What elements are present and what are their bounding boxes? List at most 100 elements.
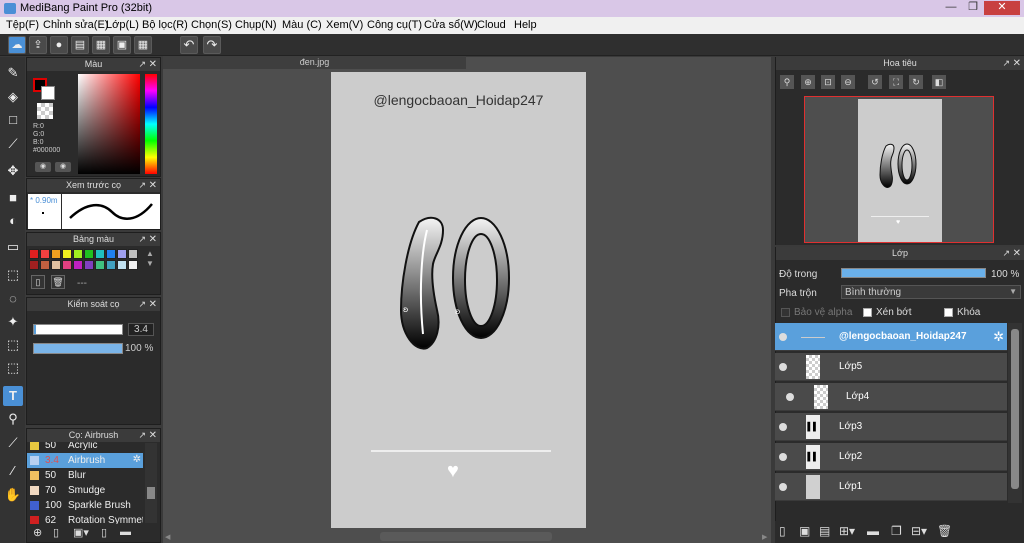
layer-row[interactable]: Lớp1: [775, 473, 1007, 501]
palette-swatch[interactable]: [84, 260, 94, 270]
close-icon[interactable]: ✕: [149, 429, 157, 442]
undock-icon[interactable]: ↗: [1002, 57, 1010, 70]
maximize-button[interactable]: ❐: [962, 1, 984, 15]
close-icon[interactable]: ✕: [149, 58, 157, 71]
palette-swatch[interactable]: [117, 249, 127, 259]
menu-color[interactable]: Màu (C): [282, 19, 322, 31]
move-tool-icon[interactable]: ✥: [3, 161, 23, 181]
delete-palette-icon[interactable]: 🗑: [51, 275, 65, 289]
scroll-left-icon[interactable]: ◀: [165, 533, 170, 541]
menu-file[interactable]: Tệp(F): [6, 19, 39, 31]
visibility-eye-icon[interactable]: [786, 393, 794, 401]
brush-item-smudge[interactable]: 70 Smudge: [27, 483, 143, 498]
brush-item-acrylic[interactable]: 50 Acrylic: [27, 442, 143, 453]
upload-icon[interactable]: ⇪: [29, 36, 47, 54]
grid-icon[interactable]: ▦: [134, 36, 152, 54]
palette-swatch[interactable]: [73, 249, 83, 259]
blend-mode-select[interactable]: Bình thường ▼: [841, 285, 1021, 299]
brush-list-scrollbar[interactable]: [145, 443, 157, 523]
close-button[interactable]: ✕: [984, 1, 1020, 15]
comment-icon[interactable]: ▤: [71, 36, 89, 54]
palette-swatch[interactable]: [40, 249, 50, 259]
menu-window[interactable]: Cửa sổ(W): [424, 19, 478, 31]
text-tool-icon[interactable]: T: [3, 386, 23, 406]
clip-checkbox[interactable]: [863, 308, 872, 317]
brush-item-sparkle[interactable]: 100 Sparkle Brush: [27, 498, 143, 513]
folder-icon[interactable]: ▬: [120, 526, 131, 538]
brush-size-slider[interactable]: [33, 324, 123, 335]
canvas-page[interactable]: @lengocbaoan_Hoidap247 ʚ ʚ ♥: [331, 72, 586, 528]
document-tab[interactable]: đen.jpg: [163, 56, 466, 69]
new-halftone-layer-icon[interactable]: ▤: [819, 524, 830, 538]
layer-row[interactable]: Lớp5: [775, 353, 1007, 381]
merge-layer-icon[interactable]: ⊟▾: [911, 524, 927, 538]
brush-options-icon[interactable]: ▣▾: [73, 526, 89, 539]
palette-swatch[interactable]: [51, 249, 61, 259]
folder-icon[interactable]: ▬: [867, 524, 879, 538]
menu-filter[interactable]: Bộ lọc(R): [142, 19, 188, 31]
scroll-right-icon[interactable]: ▶: [762, 533, 767, 541]
protect-alpha-checkbox[interactable]: [781, 308, 790, 317]
visibility-eye-icon[interactable]: [779, 483, 787, 491]
lock-checkbox[interactable]: [944, 308, 953, 317]
actual-size-icon[interactable]: ⊡: [821, 75, 835, 89]
divide-tool-icon[interactable]: ⟋: [3, 433, 23, 453]
undock-icon[interactable]: ↗: [138, 298, 146, 311]
add-palette-icon[interactable]: ▯: [31, 275, 45, 289]
palette-swatch[interactable]: [73, 260, 83, 270]
add-layer-menu-icon[interactable]: ⊞▾: [839, 524, 855, 538]
palette-swatch[interactable]: [117, 260, 127, 270]
layer-scrollbar[interactable]: [1008, 323, 1022, 503]
palette-swatch[interactable]: [128, 260, 138, 270]
close-icon[interactable]: ✕: [149, 179, 157, 192]
operation-tool-icon[interactable]: ⚲: [3, 409, 23, 429]
rectangle-tool-icon[interactable]: □: [3, 110, 23, 130]
palette-swatch[interactable]: [106, 249, 116, 259]
add-brush-icon[interactable]: ⊕: [33, 526, 42, 539]
layer-opacity-slider[interactable]: [841, 268, 986, 278]
palette-swatch[interactable]: [29, 249, 39, 259]
select-eraser-tool-icon[interactable]: ⬚: [3, 358, 23, 378]
undock-icon[interactable]: ↗: [1002, 247, 1010, 260]
eyedropper-tool-icon[interactable]: ⁄: [3, 461, 23, 481]
palette-swatch[interactable]: [40, 260, 50, 270]
flip-icon[interactable]: ◧: [932, 75, 946, 89]
layer-row[interactable]: @lengocbaoan_Hoidap247 ✲: [775, 323, 1007, 351]
new-color-layer-icon[interactable]: ▣: [799, 524, 810, 538]
new-layer-icon[interactable]: ▯: [779, 524, 786, 538]
close-icon[interactable]: ✕: [149, 298, 157, 311]
fit-window-icon[interactable]: ⛶: [889, 75, 903, 89]
brush-item-rotation[interactable]: 62Rotation Symmetry: [27, 513, 143, 524]
zoom-in-icon[interactable]: ⊕: [801, 75, 815, 89]
scroll-down-icon[interactable]: ▼: [146, 259, 154, 269]
cloud-icon[interactable]: ☁: [8, 36, 26, 54]
visibility-eye-icon[interactable]: [779, 423, 787, 431]
brush-item-airbrush[interactable]: 3.4 Airbrush ✲: [27, 453, 143, 468]
delete-brush-icon[interactable]: ▯: [101, 526, 107, 539]
undo-icon[interactable]: ↶: [180, 36, 198, 54]
duplicate-layer-icon[interactable]: ❐: [891, 524, 902, 538]
bucket-tool-icon[interactable]: ◐: [3, 211, 23, 231]
brush-size-value[interactable]: 3.4: [128, 323, 154, 336]
fill-rect-tool-icon[interactable]: ■: [3, 188, 23, 208]
horizontal-scrollbar[interactable]: [380, 532, 552, 541]
layer-row[interactable]: ▌▌ Lớp2: [775, 443, 1007, 471]
dot-tool-icon[interactable]: ⟋: [3, 134, 23, 154]
visibility-eye-icon[interactable]: [779, 363, 787, 371]
zoom-fit-icon[interactable]: ⚲: [780, 75, 794, 89]
panel-icon[interactable]: ▣: [113, 36, 131, 54]
saturation-value-picker[interactable]: [78, 74, 140, 174]
menu-edit[interactable]: Chỉnh sửa(E): [43, 19, 108, 31]
menu-tools[interactable]: Công cụ(T): [367, 19, 422, 31]
brush-opacity-slider[interactable]: [33, 343, 123, 354]
select-pen-tool-icon[interactable]: ⬚: [3, 335, 23, 355]
speech-bubble-icon[interactable]: ●: [50, 36, 68, 54]
close-icon[interactable]: ✕: [1013, 247, 1021, 260]
visibility-eye-icon[interactable]: [779, 333, 787, 341]
lasso-tool-icon[interactable]: ◌: [3, 289, 23, 309]
close-icon[interactable]: ✕: [1013, 57, 1021, 70]
palette-swatch[interactable]: [128, 249, 138, 259]
undock-icon[interactable]: ↗: [138, 429, 146, 442]
secondary-color-swatch[interactable]: [41, 86, 55, 100]
gear-icon[interactable]: ✲: [993, 329, 1004, 345]
